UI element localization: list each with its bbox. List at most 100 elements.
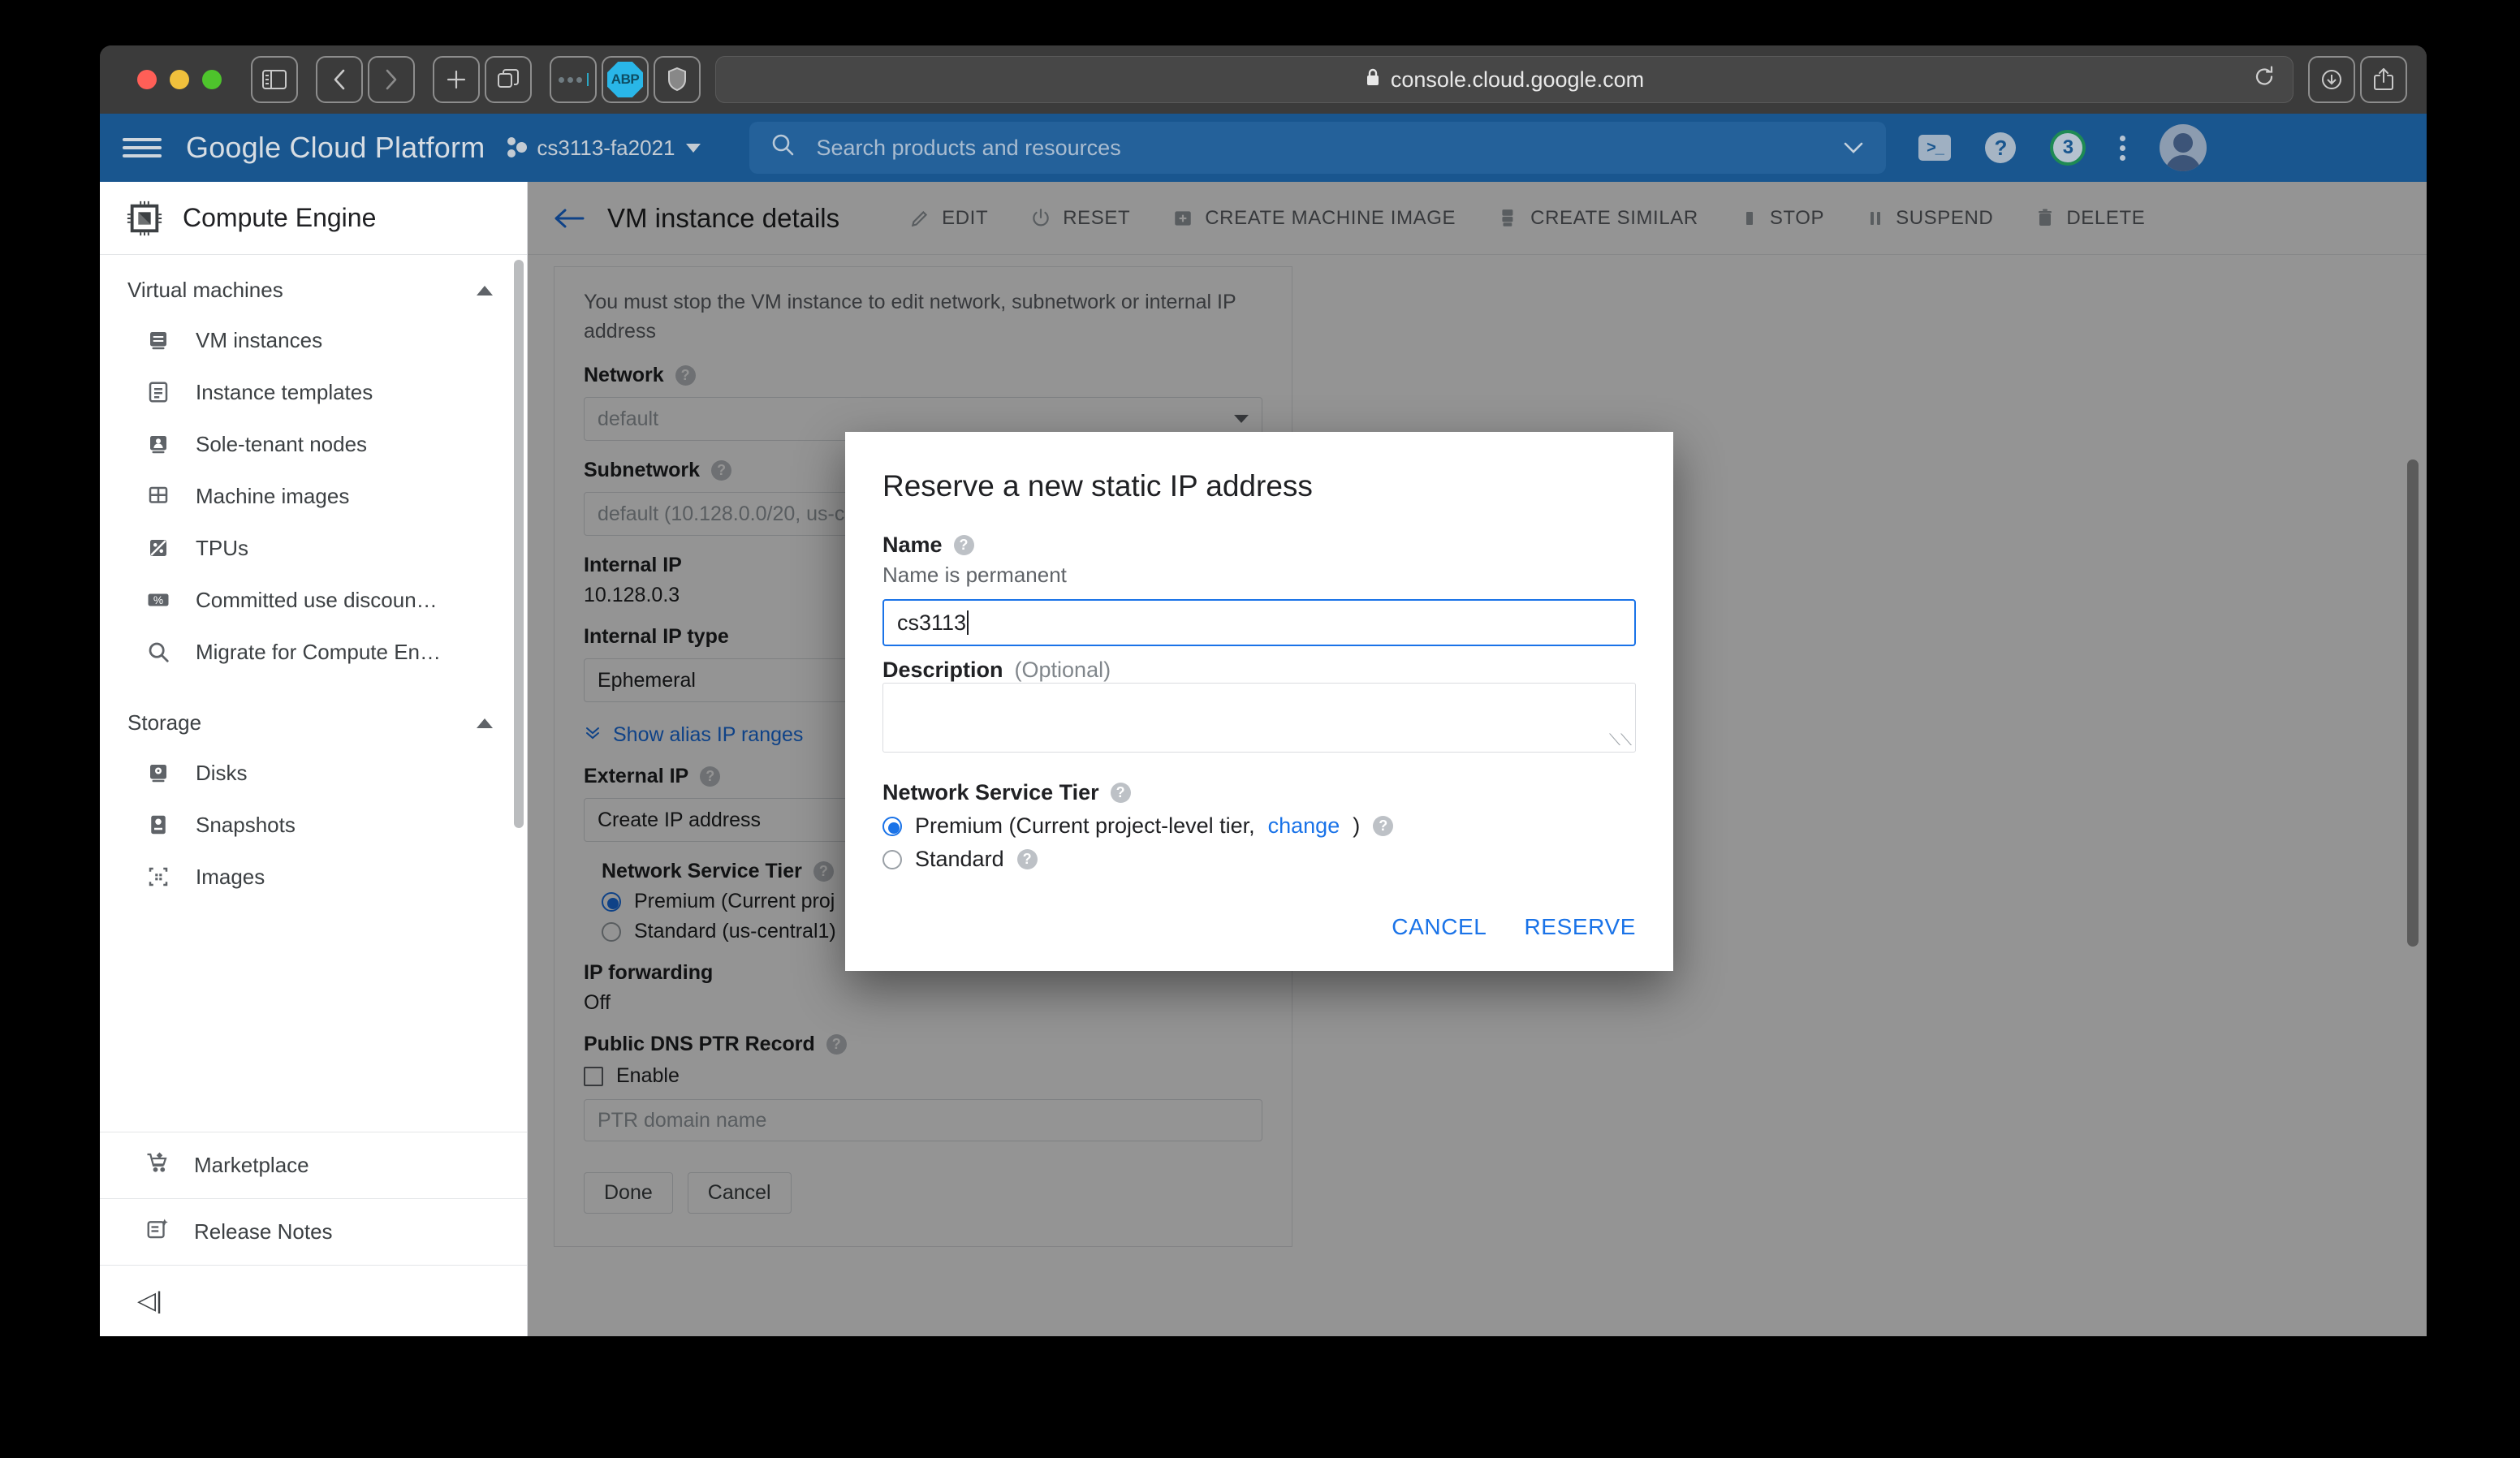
gcp-console: Google Cloud Platform cs3113-fa2021 Sear… xyxy=(100,114,2427,1336)
sidebar-item-committed-use-discounts[interactable]: % Committed use discoun… xyxy=(100,574,527,626)
dialog-name-label-row: Name ? xyxy=(882,533,1636,558)
sidebar-group-virtual-machines[interactable]: Virtual machines xyxy=(100,266,527,314)
chevron-down-icon[interactable] xyxy=(1842,136,1865,161)
dialog-name-label: Name xyxy=(882,533,943,557)
svg-text:%: % xyxy=(153,594,163,606)
dialog-name-hint: Name is permanent xyxy=(882,563,1067,587)
minimize-window-button[interactable] xyxy=(170,70,189,89)
hamburger-icon[interactable] xyxy=(123,138,162,157)
radio-standard[interactable] xyxy=(882,849,902,869)
sidebar-item-label: Machine images xyxy=(196,483,350,508)
sidebar-item-marketplace[interactable]: Marketplace xyxy=(100,1132,527,1198)
dialog-tier-standard-label: Standard xyxy=(915,847,1004,871)
sidebar-item-tpus[interactable]: TPUs xyxy=(100,522,527,574)
shield-extension-icon[interactable] xyxy=(654,56,701,103)
sidebar-item-label: VM instances xyxy=(196,327,323,352)
back-icon[interactable] xyxy=(316,56,363,103)
instance-templates-icon xyxy=(145,379,171,405)
reload-icon[interactable] xyxy=(2254,66,2275,94)
product-header: Compute Engine xyxy=(100,182,527,255)
avatar[interactable] xyxy=(2160,124,2207,171)
brand-title[interactable]: Google Cloud Platform xyxy=(186,131,485,165)
cloud-shell-icon[interactable]: >_ xyxy=(1918,135,1952,161)
resize-handle-icon[interactable]: ⟋⟋ xyxy=(1609,731,1632,750)
dialog-name-input[interactable]: cs3113 xyxy=(882,599,1636,646)
help-icon[interactable]: ? xyxy=(953,535,974,555)
compute-engine-icon xyxy=(126,200,163,237)
help-glyph: ? xyxy=(1994,135,2008,160)
sidebar-item-vm-instances[interactable]: VM instances xyxy=(100,314,527,366)
sidebar-scrollbar[interactable] xyxy=(514,260,524,1336)
dialog-description-label-row: Description (Optional) xyxy=(882,658,1636,683)
sidebar-icon[interactable] xyxy=(251,56,298,103)
sidebar-item-images[interactable]: Images xyxy=(100,851,527,903)
images-icon xyxy=(145,864,171,890)
downloads-icon[interactable] xyxy=(2308,56,2355,103)
project-dots-icon xyxy=(507,136,528,160)
dialog-description-textarea[interactable]: ⟋⟋ xyxy=(882,683,1636,753)
notifications-badge[interactable]: 3 xyxy=(2050,130,2086,166)
header-actions: >_ ? 3 xyxy=(1918,124,2207,171)
sidebar-item-label: TPUs xyxy=(196,535,248,560)
new-tab-icon[interactable] xyxy=(433,56,480,103)
sidebar-scrollbar-thumb[interactable] xyxy=(514,260,524,828)
adblock-plus-label: ABP xyxy=(607,62,643,97)
sidebar-item-snapshots[interactable]: Snapshots xyxy=(100,799,527,851)
change-tier-link[interactable]: change xyxy=(1268,813,1340,839)
help-icon[interactable]: ? xyxy=(1985,132,2017,163)
dialog-name-value: cs3113 xyxy=(897,610,967,635)
tab-overview-icon[interactable] xyxy=(485,56,532,103)
more-vert-icon[interactable] xyxy=(2120,135,2126,161)
dialog-reserve-button[interactable]: RESERVE xyxy=(1524,914,1636,940)
search-icon xyxy=(770,132,795,163)
sidebar-item-label: Instance templates xyxy=(196,379,373,404)
radio-premium[interactable] xyxy=(882,816,902,836)
sidebar-item-instance-templates[interactable]: Instance templates xyxy=(100,366,527,418)
sidebar-item-label: Disks xyxy=(196,760,248,785)
close-window-button[interactable] xyxy=(137,70,157,89)
help-icon[interactable]: ? xyxy=(1373,816,1394,836)
sidebar-item-label: Snapshots xyxy=(196,812,296,837)
address-bar[interactable]: console.cloud.google.com xyxy=(715,56,2293,103)
help-icon[interactable]: ? xyxy=(1016,849,1038,869)
search-bar[interactable]: Search products and resources xyxy=(749,122,1887,174)
zoom-window-button[interactable] xyxy=(202,70,222,89)
sidebar-item-machine-images[interactable]: Machine images xyxy=(100,470,527,522)
forward-icon[interactable] xyxy=(368,56,415,103)
sidebar-collapse-button[interactable]: ◁| xyxy=(100,1265,527,1336)
url-text: console.cloud.google.com xyxy=(1365,67,1644,93)
sidebar-item-disks[interactable]: Disks xyxy=(100,747,527,799)
dialog-network-service-tier: Network Service Tier ? Premium (Current … xyxy=(882,780,1636,872)
dialog-cancel-button[interactable]: CANCEL xyxy=(1392,914,1487,940)
dialog-tier-premium-row[interactable]: Premium (Current project-level tier, cha… xyxy=(882,813,1636,839)
extension-buttons: ABP xyxy=(550,56,701,103)
sidebar-group-storage[interactable]: Storage xyxy=(100,699,527,747)
adblock-plus-icon[interactable]: ABP xyxy=(602,56,649,103)
dialog-tier-standard-row[interactable]: Standard ? xyxy=(882,847,1636,872)
dialog-tier-premium-label-before: Premium (Current project-level tier, xyxy=(915,813,1255,838)
reserve-static-ip-dialog: Reserve a new static IP address Name ? N… xyxy=(845,432,1673,971)
dialog-title: Reserve a new static IP address xyxy=(882,469,1313,503)
sidebar-item-label: Committed use discoun… xyxy=(196,587,438,612)
marketplace-cart-icon xyxy=(145,1150,170,1180)
sidebar-item-release-notes[interactable]: Release Notes xyxy=(100,1198,527,1265)
search-input[interactable]: Search products and resources xyxy=(816,136,1821,161)
browser-right-buttons xyxy=(2308,56,2407,103)
browser-window: ABP console.cloud.google.com Google Clou… xyxy=(100,45,2427,1336)
dots-extension-icon[interactable] xyxy=(550,56,597,103)
sidebar-group-label: Virtual machines xyxy=(127,278,283,302)
search-icon xyxy=(145,639,171,665)
help-icon[interactable]: ? xyxy=(1110,783,1131,803)
sidebar-item-migrate-for-compute-engine[interactable]: Migrate for Compute En… xyxy=(100,626,527,678)
product-title: Compute Engine xyxy=(183,203,377,232)
sidebar-item-sole-tenant-nodes[interactable]: Sole-tenant nodes xyxy=(100,418,527,470)
sole-tenant-nodes-icon xyxy=(145,431,171,457)
sidebar-group-label: Storage xyxy=(127,710,202,735)
dialog-actions: CANCEL RESERVE xyxy=(882,914,1636,940)
percent-icon: % xyxy=(145,587,171,613)
project-selector[interactable]: cs3113-fa2021 xyxy=(507,136,701,161)
share-icon[interactable] xyxy=(2360,56,2407,103)
dialog-description-optional: (Optional) xyxy=(1014,658,1111,682)
lock-icon xyxy=(1365,67,1381,93)
collapse-icon: ◁| xyxy=(137,1288,162,1314)
